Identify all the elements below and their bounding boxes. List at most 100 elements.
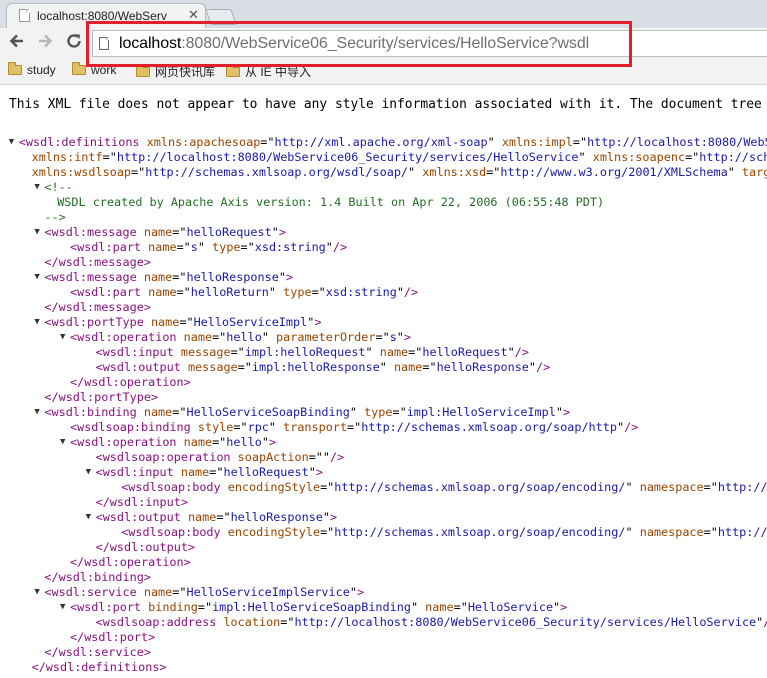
xml-punct: =" bbox=[375, 330, 390, 344]
xml-tag: <wsdlsoap:binding bbox=[70, 420, 191, 434]
xml-val: http://localhost:8080/ bbox=[717, 525, 767, 539]
bookmark-folder-web-slices[interactable]: 网页快讯库 bbox=[136, 63, 215, 80]
xml-tag: <wsdlsoap:body bbox=[121, 525, 221, 539]
url-text: localhost:8080/WebService06_Security/ser… bbox=[119, 35, 589, 53]
xml-punct: " bbox=[625, 525, 640, 539]
xml-line: ▼ <wsdl:portType name="HelloServiceImpl"> bbox=[0, 315, 767, 330]
collapse-arrow-icon[interactable]: ▼ bbox=[86, 510, 91, 525]
bookmark-folder-imported-from-ie[interactable]: 从 IE 中导入 bbox=[226, 63, 311, 80]
xml-tag: </wsdl:binding> bbox=[44, 570, 151, 584]
xml-punct: =" bbox=[172, 585, 187, 599]
bookmarks-bar: study work 网页快讯库 从 IE 中导入 bbox=[0, 58, 767, 84]
xml-attr: name bbox=[150, 315, 180, 329]
xml-tag: </wsdl:portType> bbox=[44, 390, 159, 404]
xml-line-text: --> bbox=[44, 210, 65, 225]
xml-punct: " bbox=[396, 330, 404, 344]
xml-tag: > bbox=[330, 510, 338, 524]
xml-line-text: </wsdl:service> bbox=[44, 645, 151, 660]
xml-val: helloRequest bbox=[186, 225, 272, 239]
xml-line-text: <wsdl:port binding="impl:HelloServiceSoa… bbox=[70, 600, 567, 615]
xml-val: http://schemas.xmlsoap.org/soap/encoding… bbox=[334, 525, 626, 539]
xml-line: ▼ <!-- bbox=[0, 180, 767, 195]
xml-punct: " bbox=[616, 420, 625, 434]
collapse-arrow-icon[interactable]: ▼ bbox=[34, 585, 39, 600]
xml-line-text: </wsdl:portType> bbox=[44, 390, 158, 405]
close-tab-icon[interactable]: ✕ bbox=[188, 7, 199, 22]
collapse-arrow-icon[interactable]: ▼ bbox=[34, 225, 39, 240]
page-content: This XML file does not appear to have an… bbox=[0, 85, 767, 678]
xml-line-text: <wsdlsoap:operation soapAction=""/> bbox=[96, 450, 345, 465]
xml-line: </wsdl:port> bbox=[0, 630, 767, 645]
xml-punct bbox=[181, 360, 188, 374]
xml-tag: </wsdl:operation> bbox=[70, 555, 191, 569]
xml-tag: /> bbox=[763, 615, 767, 629]
xml-punct: " bbox=[625, 480, 640, 494]
xml-punct bbox=[174, 465, 181, 479]
collapse-arrow-icon[interactable]: ▼ bbox=[34, 315, 39, 330]
xml-punct: =" bbox=[172, 225, 187, 239]
xml-punct bbox=[137, 405, 144, 419]
xml-punct: =" bbox=[197, 600, 213, 614]
xml-punct: =" bbox=[172, 270, 187, 284]
xml-tag: > bbox=[285, 270, 294, 284]
xml-line-text: WSDL created by Apache Axis version: 1.4… bbox=[57, 195, 604, 210]
collapse-arrow-icon[interactable]: ▼ bbox=[34, 270, 39, 285]
xml-punct: =" bbox=[176, 285, 191, 299]
xml-line-text: <wsdl:part name="helloReturn" type="xsd:… bbox=[70, 285, 418, 300]
xml-line-text: <wsdl:input name="helloRequest"> bbox=[96, 465, 323, 480]
collapse-arrow-icon[interactable]: ▼ bbox=[34, 180, 39, 195]
xml-tag: > bbox=[403, 330, 412, 344]
xml-val: http://localhost:8080/WebService06_Secur… bbox=[116, 150, 579, 164]
collapse-arrow-icon[interactable]: ▼ bbox=[60, 435, 65, 450]
xml-tag: <wsdlsoap:operation bbox=[95, 450, 231, 464]
xml-line: <wsdl:output message="impl:helloResponse… bbox=[0, 360, 767, 375]
xml-punct: =" bbox=[422, 360, 437, 374]
xml-line: <wsdl:part name="helloReturn" type="xsd:… bbox=[0, 285, 767, 300]
xml-attr: style bbox=[197, 420, 234, 434]
xml-attr: name bbox=[143, 585, 173, 599]
xml-line: xmlns:intf="http://localhost:8080/WebSer… bbox=[0, 150, 767, 165]
xml-attr: message bbox=[180, 345, 231, 359]
collapse-arrow-icon[interactable]: ▼ bbox=[60, 330, 65, 345]
reload-button[interactable] bbox=[63, 32, 85, 54]
address-bar[interactable]: localhost:8080/WebService06_Security/ser… bbox=[92, 30, 767, 57]
folder-icon bbox=[136, 64, 150, 77]
bookmark-folder-work[interactable]: work bbox=[72, 62, 116, 77]
xml-line-text: </wsdl:operation> bbox=[70, 555, 191, 570]
browser-tab[interactable]: localhost:8080/WebServ ✕ bbox=[6, 3, 206, 28]
page-favicon-icon bbox=[19, 9, 30, 22]
xml-punct: =" bbox=[280, 615, 295, 629]
xml-line: <wsdlsoap:body encodingStyle="http://sch… bbox=[0, 525, 767, 540]
collapse-arrow-icon[interactable]: ▼ bbox=[34, 405, 39, 420]
collapse-arrow-icon[interactable]: ▼ bbox=[9, 135, 14, 150]
xml-line-text: <wsdl:message name="helloRequest"> bbox=[44, 225, 286, 240]
new-tab-button[interactable] bbox=[205, 9, 237, 25]
collapse-arrow-icon[interactable]: ▼ bbox=[86, 465, 91, 480]
xml-attr: name bbox=[187, 510, 217, 524]
bookmark-folder-study[interactable]: study bbox=[8, 62, 56, 77]
back-button[interactable] bbox=[6, 32, 28, 54]
xml-attr: xmlns:xsd bbox=[422, 165, 487, 179]
xml-punct: " bbox=[322, 450, 331, 464]
xml-line-text: </wsdl:message> bbox=[44, 255, 151, 270]
forward-button[interactable] bbox=[34, 32, 56, 54]
xml-line: </wsdl:definitions> bbox=[0, 660, 767, 675]
xml-tag: </wsdl:definitions> bbox=[31, 660, 167, 674]
xml-punct: =" bbox=[453, 600, 468, 614]
xml-line-text: <wsdlsoap:address location="http://local… bbox=[96, 615, 767, 630]
xml-cmt: --> bbox=[44, 210, 66, 224]
collapse-arrow-icon[interactable]: ▼ bbox=[60, 600, 65, 615]
xml-punct bbox=[177, 435, 184, 449]
xml-line-text: <wsdl:definitions xmlns:apachesoap="http… bbox=[19, 135, 767, 150]
xml-attr: targetNamespace bbox=[741, 165, 767, 179]
xml-punct: =" bbox=[216, 510, 231, 524]
xml-val: impl:helloRequest bbox=[244, 345, 366, 359]
page-info-icon[interactable] bbox=[99, 37, 109, 50]
xml-tag: <wsdl:operation bbox=[70, 330, 177, 344]
xml-line: ▼ <wsdl:service name="HelloServiceImplSer… bbox=[0, 585, 767, 600]
xml-line: ▼ <wsdl:definitions xmlns:apachesoap="htt… bbox=[0, 135, 767, 150]
xml-val: hello bbox=[226, 330, 262, 344]
xml-line: --> bbox=[0, 210, 767, 225]
xml-line: </wsdl:binding> bbox=[0, 570, 767, 585]
xml-tree: ▼ <wsdl:definitions xmlns:apachesoap="htt… bbox=[0, 135, 767, 675]
